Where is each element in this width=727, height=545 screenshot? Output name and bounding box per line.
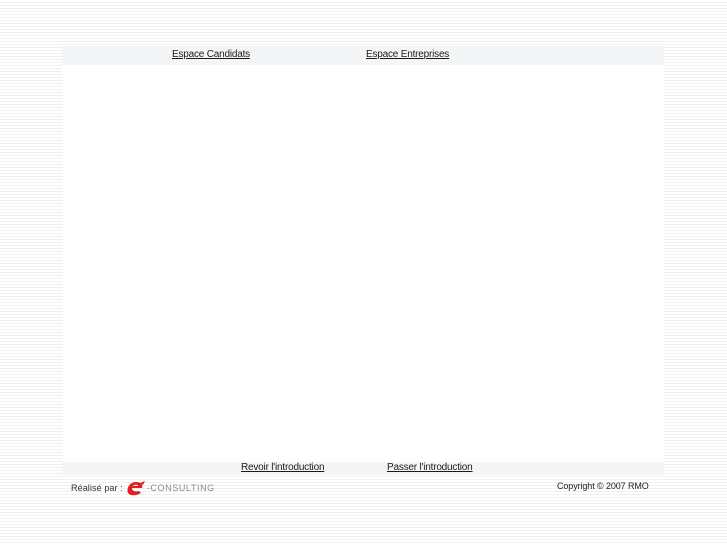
e-consulting-logo-icon[interactable] [126, 480, 146, 496]
intro-controls-bar: Revoir l'introduction Passer l'introduct… [62, 462, 664, 475]
realise-par-label: Réalisé par : [71, 483, 123, 493]
revoir-introduction-link[interactable]: Revoir l'introduction [241, 462, 325, 474]
espace-candidats-link[interactable]: Espace Candidats [172, 49, 250, 61]
credit-line: Réalisé par : -CONSULTING [71, 480, 215, 496]
consulting-logo-text: -CONSULTING [146, 483, 215, 493]
copyright-text: Copyright © 2007 RMO [557, 481, 649, 491]
espace-entreprises-link[interactable]: Espace Entreprises [366, 49, 449, 61]
passer-introduction-link[interactable]: Passer l'introduction [387, 462, 473, 474]
top-navigation-bar: Espace Candidats Espace Entreprises [62, 46, 664, 65]
intro-content-area [62, 65, 664, 462]
